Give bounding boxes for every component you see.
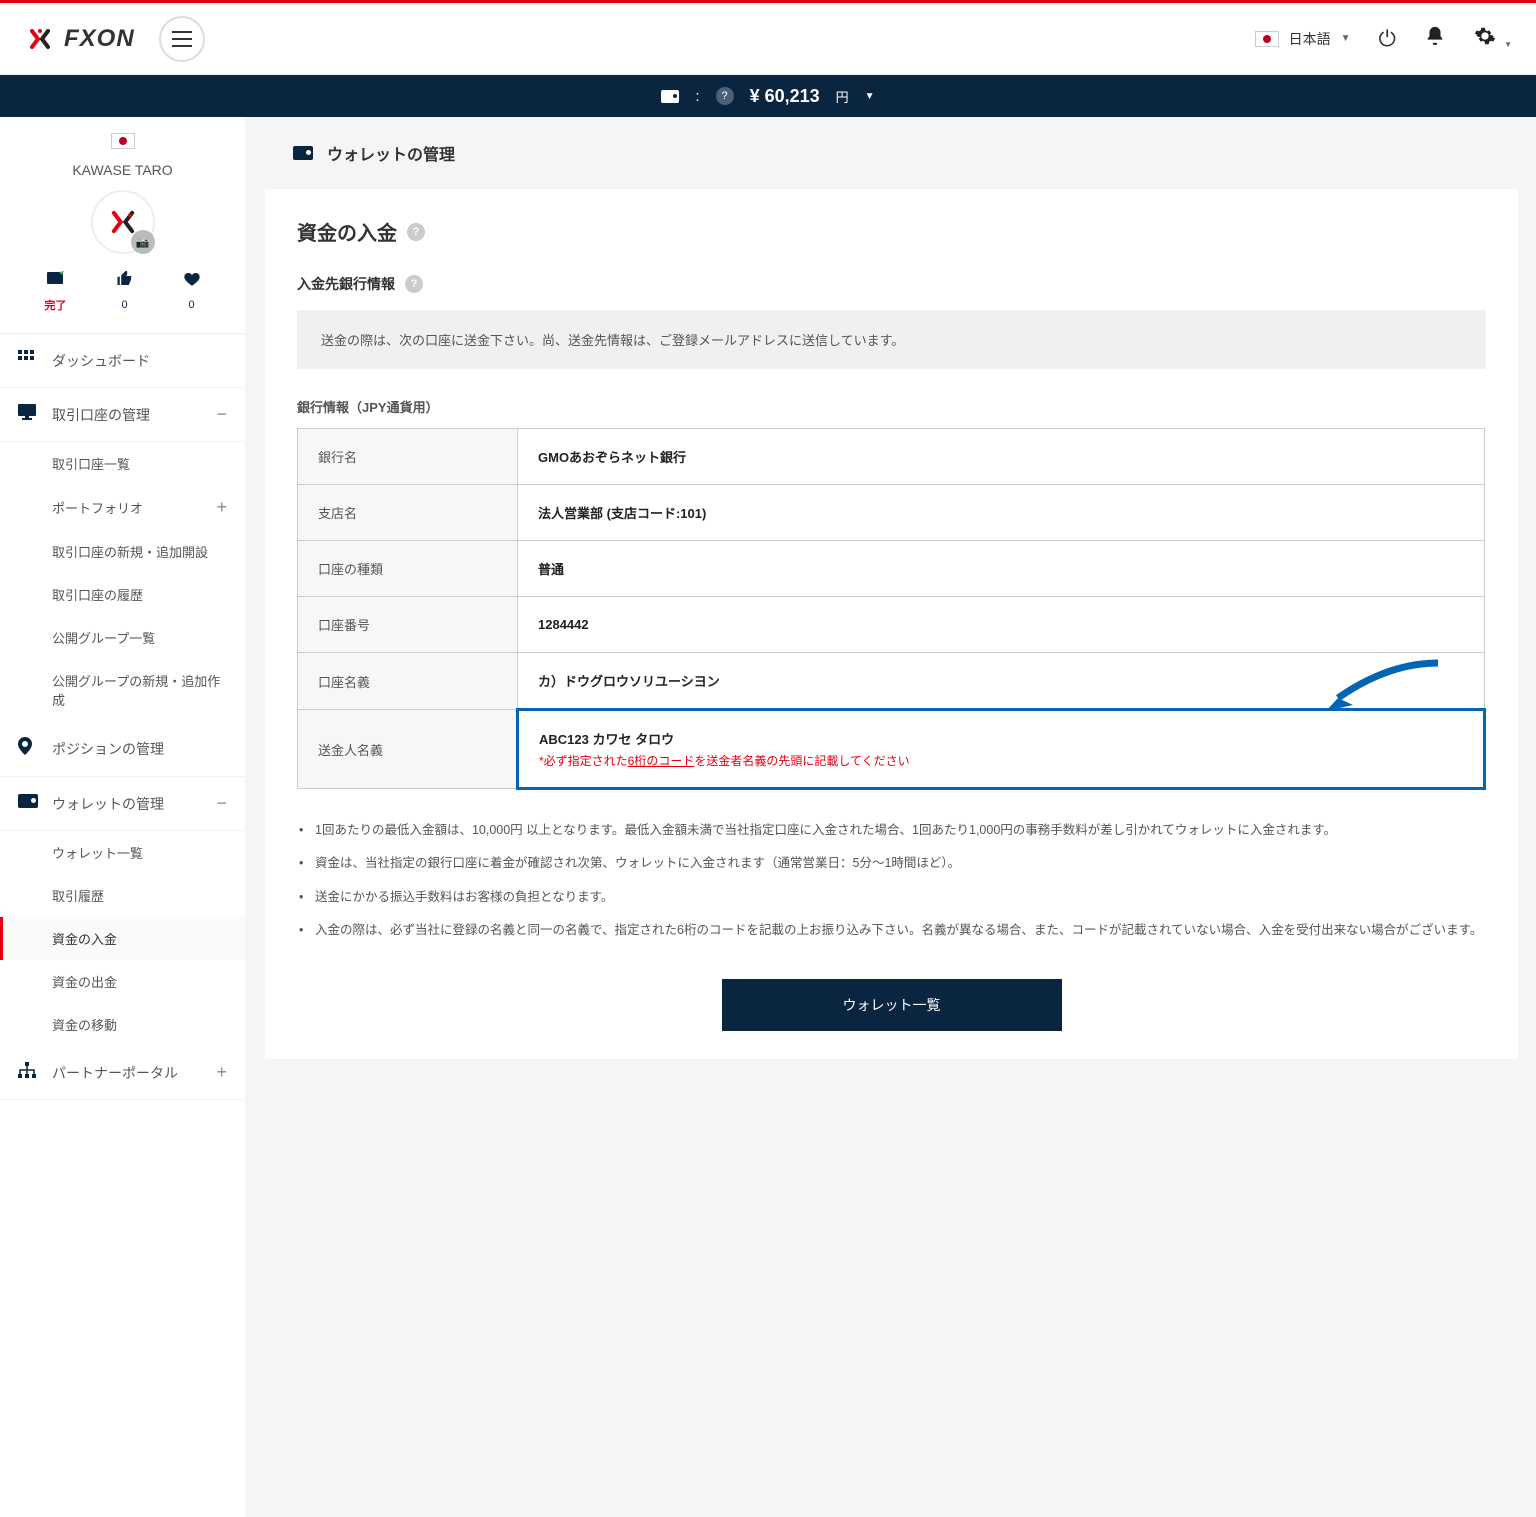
sidebar-sub-trade-history[interactable]: 取引履歴 xyxy=(0,874,245,917)
sub-title: 入金先銀行情報 ? xyxy=(297,274,1486,294)
help-icon[interactable]: ? xyxy=(405,275,423,293)
sidebar: KAWASE TARO 📷 完了 0 xyxy=(0,117,245,1517)
wallet-icon xyxy=(18,794,38,813)
sidebar-sub-public-groups[interactable]: 公開グループ一覧 xyxy=(0,616,245,659)
thumbs-up-icon xyxy=(116,270,134,293)
user-flag-icon xyxy=(111,133,135,149)
list-item: 送金にかかる振込手数料はお客様の負担となります。 xyxy=(297,881,1486,914)
sidebar-item-partner[interactable]: パートナーポータル + xyxy=(0,1046,245,1100)
sidebar-sub-portfolio[interactable]: ポートフォリオ+ xyxy=(0,485,245,530)
sidebar-item-position[interactable]: ポジションの管理 xyxy=(0,721,245,777)
list-item: 1回あたりの最低入金額は、10,000円 以上となります。最低入金額未満で当社指… xyxy=(297,814,1486,847)
balance-amount: ¥ 60,213 xyxy=(750,86,820,107)
stat-like[interactable]: 0 xyxy=(116,270,134,313)
list-item: 入金の際は、必ず当社に登録の名義と同一の名義で、指定された6桁のコードを記載の上… xyxy=(297,914,1486,947)
gear-icon[interactable]: ▼ xyxy=(1474,25,1512,53)
wallet-icon xyxy=(293,146,313,160)
sidebar-item-wallet[interactable]: ウォレットの管理 − xyxy=(0,777,245,831)
page-breadcrumb: ウォレットの管理 xyxy=(265,117,1536,189)
collapse-icon: − xyxy=(216,793,227,814)
label-number: 口座番号 xyxy=(298,597,518,653)
value-sender: ABC123 カワセ タロウ *必ず指定された6桁のコードを送金者名義の先頭に記… xyxy=(518,710,1485,789)
sidebar-sub-account-list[interactable]: 取引口座一覧 xyxy=(0,442,245,485)
balance-separator: : xyxy=(695,88,699,105)
table-row: 口座名義カ）ドウグロウソリユーシヨン xyxy=(298,653,1485,710)
page-title: 資金の入金 ? xyxy=(297,217,1486,246)
badge-icon xyxy=(46,270,66,291)
camera-icon[interactable]: 📷 xyxy=(131,230,155,254)
sidebar-sub-account-new[interactable]: 取引口座の新規・追加開設 xyxy=(0,530,245,573)
table-row: 口座番号1284442 xyxy=(298,597,1485,653)
header: FXON 日本語 ▼ ⏻ ▼ xyxy=(0,3,1536,75)
chevron-down-icon[interactable]: ▼ xyxy=(865,91,875,102)
value-type: 普通 xyxy=(518,541,1485,597)
value-number: 1284442 xyxy=(518,597,1485,653)
sidebar-nav: ダッシュボード 取引口座の管理 − 取引口座一覧 ポートフォリオ+ 取引口座の新… xyxy=(0,334,245,1100)
label-holder: 口座名義 xyxy=(298,653,518,710)
balance-bar: : ? ¥ 60,213 円 ▼ xyxy=(0,75,1536,117)
logo-icon xyxy=(24,23,56,55)
chevron-down-icon: ▼ xyxy=(1504,40,1512,49)
sidebar-sub-wallet-list[interactable]: ウォレット一覧 xyxy=(0,831,245,874)
value-branch: 法人営業部 (支店コード:101) xyxy=(518,485,1485,541)
hamburger-icon xyxy=(172,31,192,47)
sidebar-sub-deposit[interactable]: 資金の入金 xyxy=(0,917,245,960)
user-card: KAWASE TARO 📷 完了 0 xyxy=(0,117,245,334)
user-name: KAWASE TARO xyxy=(12,162,233,178)
grid-icon xyxy=(18,350,38,371)
pin-icon xyxy=(18,737,38,760)
wallet-list-button[interactable]: ウォレット一覧 xyxy=(722,979,1062,1031)
label-sender: 送金人名義 xyxy=(298,710,518,789)
table-row: 口座の種類普通 xyxy=(298,541,1485,597)
flag-jp-icon xyxy=(1255,31,1279,47)
collapse-icon: − xyxy=(216,404,227,425)
language-label: 日本語 xyxy=(1289,29,1331,49)
language-selector[interactable]: 日本語 ▼ xyxy=(1255,29,1351,49)
sidebar-sub-withdraw[interactable]: 資金の出金 xyxy=(0,960,245,1003)
stat-heart[interactable]: 0 xyxy=(183,270,201,313)
wallet-icon xyxy=(661,90,679,103)
help-icon[interactable]: ? xyxy=(716,87,734,105)
table-row: 銀行名GMOあおぞらネット銀行 xyxy=(298,429,1485,485)
table-row: 支店名法人営業部 (支店コード:101) xyxy=(298,485,1485,541)
balance-currency: 円 xyxy=(836,87,849,106)
deposit-notes: 1回あたりの最低入金額は、10,000円 以上となります。最低入金額未満で当社指… xyxy=(297,814,1486,947)
sidebar-item-account[interactable]: 取引口座の管理 − xyxy=(0,388,245,442)
stat-complete[interactable]: 完了 xyxy=(45,270,67,313)
label-type: 口座の種類 xyxy=(298,541,518,597)
sender-warning: *必ず指定された6桁のコードを送金者名義の先頭に記載してください xyxy=(539,752,1463,769)
sidebar-item-dashboard[interactable]: ダッシュボード xyxy=(0,334,245,388)
content-card: 資金の入金 ? 入金先銀行情報 ? 送金の際は、次の口座に送金下さい。尚、送金先… xyxy=(265,189,1518,1059)
expand-icon: + xyxy=(216,497,227,518)
info-note: 送金の際は、次の口座に送金下さい。尚、送金先情報は、ご登録メールアドレスに送信し… xyxy=(297,310,1486,369)
sidebar-sub-transfer[interactable]: 資金の移動 xyxy=(0,1003,245,1046)
power-icon[interactable]: ⏻ xyxy=(1379,26,1396,52)
chevron-down-icon: ▼ xyxy=(1341,33,1351,44)
avatar[interactable]: 📷 xyxy=(91,190,155,254)
label-branch: 支店名 xyxy=(298,485,518,541)
help-icon[interactable]: ? xyxy=(407,223,425,241)
bell-icon[interactable] xyxy=(1424,25,1446,53)
logo[interactable]: FXON xyxy=(24,23,135,55)
table-row: 送金人名義 ABC123 カワセ タロウ *必ず指定された6桁のコードを送金者名… xyxy=(298,710,1485,789)
table-caption: 銀行情報（JPY通貨用） xyxy=(297,397,1486,416)
list-item: 資金は、当社指定の銀行口座に着金が確認され次第、ウォレットに入金されます（通常営… xyxy=(297,847,1486,880)
bank-info-table: 銀行名GMOあおぞらネット銀行 支店名法人営業部 (支店コード:101) 口座の… xyxy=(297,428,1486,790)
logo-text: FXON xyxy=(64,25,135,53)
value-holder: カ）ドウグロウソリユーシヨン xyxy=(518,653,1485,710)
value-bank-name: GMOあおぞらネット銀行 xyxy=(518,429,1485,485)
monitor-icon xyxy=(18,404,38,425)
sitemap-icon xyxy=(18,1062,38,1083)
main-content: ウォレットの管理 資金の入金 ? 入金先銀行情報 ? 送金の際は、次の口座に送金… xyxy=(245,117,1536,1517)
menu-toggle-button[interactable] xyxy=(159,16,205,62)
heart-icon xyxy=(183,270,201,293)
expand-icon: + xyxy=(216,1062,227,1083)
label-bank-name: 銀行名 xyxy=(298,429,518,485)
sidebar-sub-public-groups-new[interactable]: 公開グループの新規・追加作成 xyxy=(0,659,245,721)
sidebar-sub-account-history[interactable]: 取引口座の履歴 xyxy=(0,573,245,616)
